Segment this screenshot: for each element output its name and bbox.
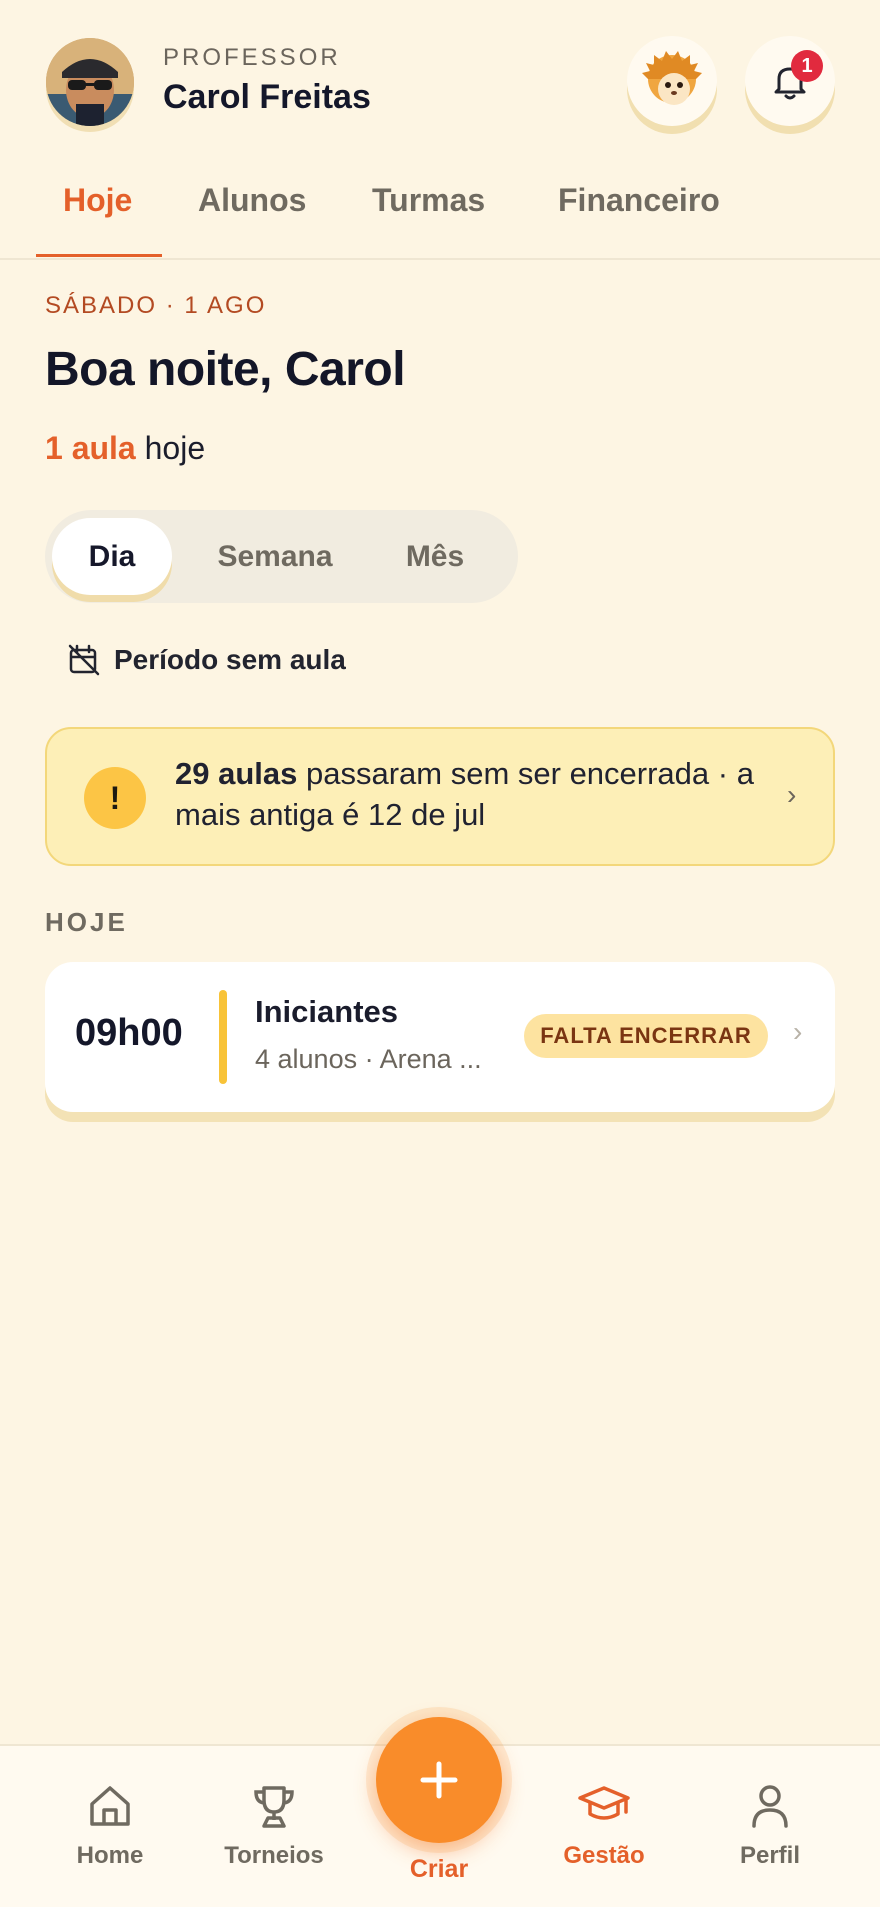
top-header: PROFESSOR Carol Freitas 1 bbox=[0, 0, 880, 140]
nav-gestao[interactable]: Gestão bbox=[534, 1782, 674, 1870]
user-role: PROFESSOR bbox=[163, 44, 341, 71]
nav-criar-label: Criar bbox=[409, 1855, 469, 1883]
nav-gestao-label: Gestão bbox=[563, 1842, 645, 1869]
lesson-card[interactable]: 09h00 Iniciantes 4 alunos · Arena ... FA… bbox=[45, 962, 835, 1112]
segment-mes[interactable]: Mês bbox=[375, 518, 495, 595]
nav-torneios[interactable]: Torneios bbox=[204, 1782, 344, 1870]
calendar-off-icon bbox=[68, 644, 100, 676]
create-fab-button[interactable] bbox=[376, 1717, 502, 1843]
mascot-button[interactable] bbox=[627, 36, 717, 126]
notifications-button[interactable]: 1 bbox=[745, 36, 835, 126]
greeting-title: Boa noite, Carol bbox=[45, 343, 406, 396]
nav-torneios-label: Torneios bbox=[224, 1842, 324, 1869]
user-icon bbox=[752, 1785, 788, 1828]
tab-turmas[interactable]: Turmas bbox=[372, 182, 485, 219]
nav-perfil[interactable]: Perfil bbox=[700, 1782, 840, 1870]
warning-icon: ! bbox=[84, 767, 146, 829]
nav-home[interactable]: Home bbox=[40, 1782, 180, 1870]
period-status-label: Período sem aula bbox=[114, 644, 346, 675]
notification-badge: 1 bbox=[791, 50, 823, 82]
tab-hoje[interactable]: Hoje bbox=[63, 182, 132, 219]
active-tab-indicator bbox=[36, 254, 162, 257]
graduation-cap-icon bbox=[578, 1786, 630, 1820]
tab-financeiro[interactable]: Financeiro bbox=[558, 182, 720, 219]
tab-alunos[interactable]: Alunos bbox=[198, 182, 306, 219]
nav-home-label: Home bbox=[76, 1842, 144, 1869]
lesson-count-suffix: hoje bbox=[135, 430, 206, 466]
segment-semana[interactable]: Semana bbox=[195, 518, 355, 595]
user-avatar[interactable] bbox=[46, 38, 134, 126]
unclosed-lessons-alert[interactable]: ! 29 aulas passaram sem ser encerrada · … bbox=[45, 727, 835, 866]
section-title: HOJE bbox=[45, 907, 128, 937]
main-tabs: Hoje Alunos Turmas Financeiro bbox=[0, 168, 880, 260]
trophy-icon bbox=[254, 1786, 294, 1828]
lesson-status-badge: FALTA ENCERRAR bbox=[524, 1014, 768, 1058]
lesson-time: 09h00 bbox=[75, 1012, 183, 1054]
hedgehog-mascot-icon bbox=[642, 51, 702, 105]
alert-message-bold: 29 aulas bbox=[175, 756, 298, 791]
user-name: Carol Freitas bbox=[163, 78, 371, 116]
nav-perfil-label: Perfil bbox=[739, 1842, 801, 1869]
lesson-accent-bar bbox=[219, 990, 227, 1084]
lesson-subtitle: 4 alunos · Arena ... bbox=[255, 1044, 482, 1074]
alert-message: 29 aulas passaram sem ser encerrada · a … bbox=[175, 753, 775, 835]
plus-icon bbox=[420, 1761, 458, 1799]
user-photo bbox=[46, 38, 134, 126]
lesson-count-highlight: 1 aula bbox=[45, 430, 136, 466]
lesson-title: Iniciantes bbox=[255, 994, 398, 1029]
current-date: SÁBADO · 1 AGO bbox=[45, 292, 267, 319]
period-status: Período sem aula bbox=[68, 642, 346, 678]
segment-dia[interactable]: Dia bbox=[52, 518, 172, 595]
period-segmented-control: Dia Semana Mês bbox=[45, 510, 518, 603]
chevron-right-icon: › bbox=[787, 779, 797, 810]
home-icon bbox=[90, 1786, 130, 1826]
lesson-count: 1 aula hoje bbox=[45, 430, 205, 467]
chevron-right-icon: › bbox=[793, 1016, 803, 1047]
